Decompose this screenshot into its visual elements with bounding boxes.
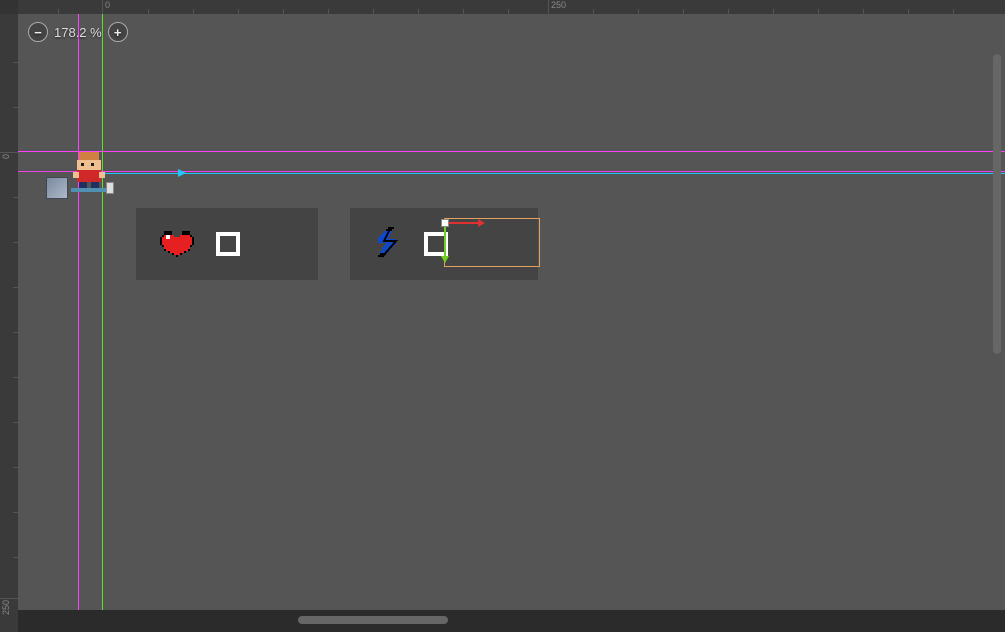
bolt-icon: [374, 227, 402, 261]
health-panel[interactable]: [136, 208, 318, 280]
zoom-value[interactable]: 178.2 %: [54, 25, 102, 40]
vertical-ruler[interactable]: 0 250: [0, 14, 19, 632]
cyan-guide-horizontal: [78, 173, 1005, 174]
cyan-arrow-icon: [178, 169, 186, 177]
object-sprite[interactable]: [106, 182, 114, 194]
origin-guide-vertical: [102, 14, 103, 610]
character-sprite[interactable]: [71, 152, 107, 195]
magenta-guide-horizontal-2[interactable]: [18, 171, 1005, 172]
tile-sprite[interactable]: [46, 177, 68, 199]
horizontal-ruler[interactable]: 0 250: [18, 0, 1005, 15]
vertical-scrollbar-thumb[interactable]: [993, 54, 1001, 354]
ruler-corner: [0, 0, 19, 15]
bottom-bar: [18, 610, 1005, 632]
plus-icon: +: [114, 26, 122, 39]
magenta-guide-horizontal[interactable]: [18, 151, 1005, 152]
minus-icon: −: [34, 26, 42, 39]
zoom-out-button[interactable]: −: [28, 22, 48, 42]
health-value-placeholder[interactable]: [216, 232, 240, 256]
energy-panel[interactable]: [350, 208, 538, 280]
zoom-in-button[interactable]: +: [108, 22, 128, 42]
energy-value-placeholder[interactable]: [424, 232, 448, 256]
zoom-controls: − 178.2 % +: [28, 22, 128, 42]
canvas-viewport[interactable]: − 178.2 % +: [18, 14, 1005, 632]
magenta-guide-vertical[interactable]: [78, 14, 79, 610]
horizontal-scrollbar-thumb[interactable]: [298, 616, 448, 624]
heart-icon: [160, 229, 194, 259]
